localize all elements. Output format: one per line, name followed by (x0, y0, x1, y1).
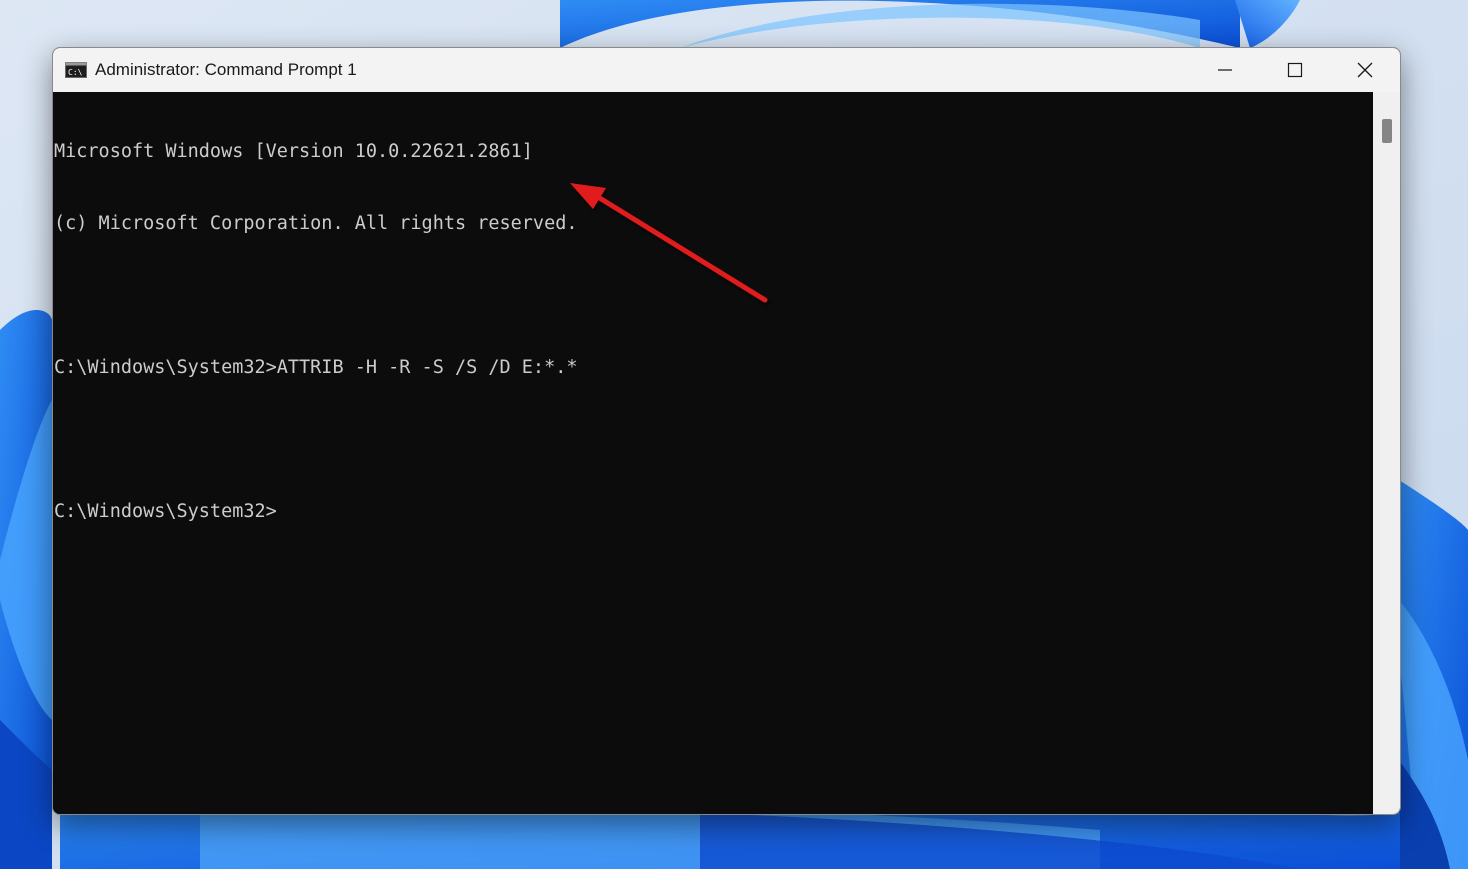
svg-text:C:\: C:\ (68, 68, 83, 77)
minimize-icon (1218, 69, 1232, 71)
console-output[interactable]: Microsoft Windows [Version 10.0.22621.28… (53, 92, 1373, 814)
command-line: C:\Windows\System32>ATTRIB -H -R -S /S /… (54, 357, 578, 378)
prompt-line[interactable]: C:\Windows\System32> (54, 500, 1373, 524)
maximize-icon (1287, 62, 1303, 78)
close-button[interactable] (1330, 48, 1400, 92)
close-icon (1357, 62, 1373, 78)
vertical-scrollbar[interactable] (1373, 92, 1400, 814)
maximize-button[interactable] (1260, 48, 1330, 92)
window-title: Administrator: Command Prompt 1 (95, 60, 357, 79)
command-prompt-window[interactable]: C:\ Administrator: Command Prompt 1 Micr… (52, 47, 1401, 815)
minimize-button[interactable] (1190, 48, 1260, 92)
console-line: Microsoft Windows [Version 10.0.22621.28… (54, 141, 533, 162)
cmd-icon: C:\ (65, 62, 87, 78)
scrollbar-thumb[interactable] (1382, 119, 1392, 143)
console-line: (c) Microsoft Corporation. All rights re… (54, 213, 578, 234)
title-bar[interactable]: C:\ Administrator: Command Prompt 1 (53, 48, 1400, 92)
